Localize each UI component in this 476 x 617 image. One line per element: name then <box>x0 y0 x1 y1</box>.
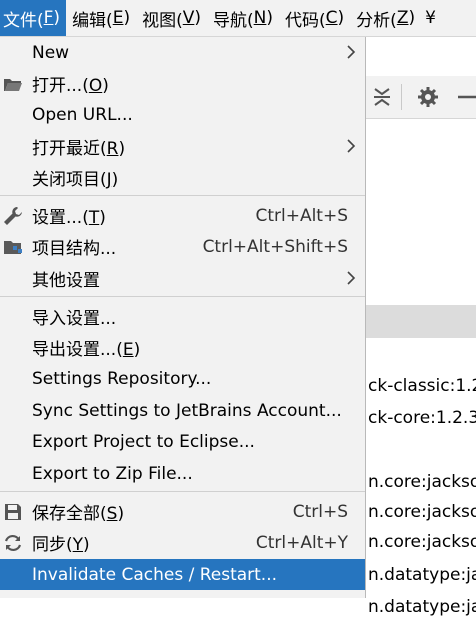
menu-item-settings[interactable]: 设置...(T) Ctrl+Alt+S <box>0 200 365 231</box>
sync-icon <box>4 534 22 552</box>
menu-item-new[interactable]: New <box>0 37 365 68</box>
menu-analyze[interactable]: 分析(Z) <box>350 0 421 36</box>
project-structure-icon <box>4 241 22 254</box>
save-icon <box>5 504 21 520</box>
dependency-line: n.datatype:jac <box>368 565 476 585</box>
wrench-icon <box>4 207 22 225</box>
menu-item-close-project[interactable]: 关闭项目(J) <box>0 162 365 193</box>
menu-item-invalidate-caches[interactable]: Invalidate Caches / Restart... <box>0 559 365 590</box>
menu-navigate[interactable]: 导航(N) <box>207 0 279 36</box>
menu-refactor[interactable]: ¥ <box>421 0 442 36</box>
chevron-right-icon <box>347 139 356 153</box>
menu-item-export-zip[interactable]: Export to Zip File... <box>0 458 365 489</box>
minimize-icon[interactable] <box>454 85 476 109</box>
toolbar-separator <box>401 84 402 110</box>
menu-divider <box>0 195 365 196</box>
panel-header <box>366 305 476 338</box>
menu-file[interactable]: 文件(F) <box>0 0 67 36</box>
menu-edit[interactable]: 编辑(E) <box>66 0 136 36</box>
menu-item-project-structure[interactable]: 项目结构... Ctrl+Alt+Shift+S <box>0 231 365 262</box>
chevron-right-icon <box>347 45 356 59</box>
dependency-line: n.datatype:jac <box>368 597 476 617</box>
dependency-line: n.core:jackson <box>368 502 476 522</box>
folder-open-icon <box>4 79 22 91</box>
menu-item-save-all[interactable]: 保存全部(S) Ctrl+S <box>0 496 365 527</box>
dependency-line: n.core:jackson <box>368 532 476 552</box>
collapse-all-icon[interactable] <box>370 85 394 109</box>
menu-item-export-eclipse[interactable]: Export Project to Eclipse... <box>0 426 365 457</box>
menu-item-export-settings[interactable]: 导出设置...(E) <box>0 332 365 363</box>
menu-code[interactable]: 代码(C) <box>279 0 350 36</box>
menu-divider <box>0 296 365 297</box>
menu-item-sync-jetbrains[interactable]: Sync Settings to JetBrains Account... <box>0 395 365 426</box>
menu-item-open-url[interactable]: Open URL... <box>0 99 365 130</box>
menu-divider <box>0 491 365 492</box>
editor-toolbar <box>366 76 476 119</box>
dependency-line: n.core:jackson <box>368 472 476 492</box>
menu-item-settings-repository[interactable]: Settings Repository... <box>0 363 365 394</box>
menu-item-synchronize[interactable]: 同步(Y) Ctrl+Alt+Y <box>0 527 365 558</box>
menu-view[interactable]: 视图(V) <box>136 0 207 36</box>
chevron-right-icon <box>347 271 356 285</box>
dependency-line: ck-core:1.2.3 <box>368 408 476 428</box>
menu-item-open[interactable]: 打开...(O) <box>0 68 365 99</box>
menu-bar: 文件(F) 编辑(E) 视图(V) 导航(N) 代码(C) 分析(Z) ¥ <box>0 0 476 37</box>
file-menu-dropdown: New 打开...(O) Open URL... 打开最近(R) 关闭项目(J)… <box>0 37 366 598</box>
menu-item-other-settings[interactable]: 其他设置 <box>0 263 365 294</box>
gear-icon[interactable] <box>416 85 440 109</box>
menu-item-open-recent[interactable]: 打开最近(R) <box>0 131 365 162</box>
menu-item-import-settings[interactable]: 导入设置... <box>0 301 365 332</box>
dependency-line: ck-classic:1.2 <box>368 376 476 396</box>
